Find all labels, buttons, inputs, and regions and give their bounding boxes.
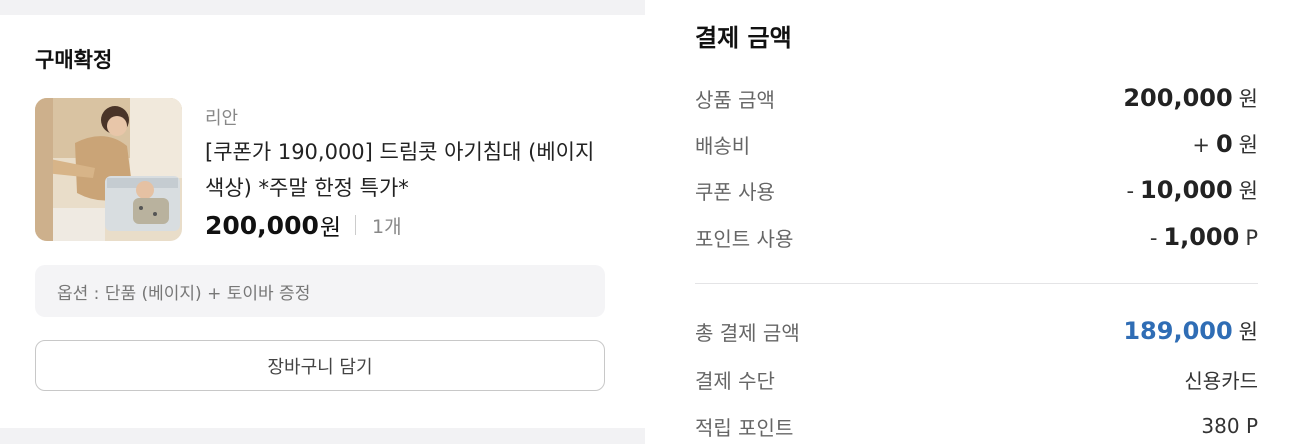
section-title: 구매확정 <box>35 48 113 72</box>
amount: 200,000 <box>1123 84 1233 112</box>
row-coupon-used: 쿠폰 사용 - 10,000 원 <box>695 173 1258 207</box>
row-earned-points: 적립 포인트 380 P <box>695 409 1258 443</box>
add-to-cart-label: 장바구니 담기 <box>267 356 373 378</box>
method-value: 신용카드 <box>1184 365 1258 394</box>
price-row: 200,000 원 1개 <box>205 208 402 242</box>
amount: 0 <box>1215 130 1233 158</box>
summary-divider <box>695 283 1258 284</box>
order-card: 구매확정 리안 [쿠폰가 190,000] 드림콧 아기침대 (베이지 색상) … <box>0 0 645 444</box>
method-label: 결제 수단 <box>695 368 775 393</box>
option-box: 옵션 : 단품 (베이지) + 토이바 증정 <box>35 265 605 317</box>
amount-unit: 원 <box>1238 133 1258 157</box>
earned-points: 380 P <box>1201 414 1258 438</box>
amount-sign: - <box>1126 179 1135 203</box>
option-text: 옵션 : 단품 (베이지) + 토이바 증정 <box>57 283 311 304</box>
amount-unit: 원 <box>1238 179 1258 203</box>
row-product-amount: 상품 금액 200,000 원 <box>695 81 1258 115</box>
payment-summary: 결제 금액 상품 금액 200,000 원 배송비 + 0 원 쿠폰 사용 - … <box>655 0 1300 444</box>
price-unit: 원 <box>319 215 342 241</box>
points-label: 적립 포인트 <box>695 415 794 440</box>
section-separator-top <box>0 0 645 15</box>
total-label: 총 결제 금액 <box>695 320 800 345</box>
panel-gap <box>645 0 655 444</box>
row-value: - 10,000 원 <box>1126 175 1258 205</box>
amount: 1,000 <box>1163 223 1240 251</box>
row-points-used: 포인트 사용 - 1,000 P <box>695 220 1258 254</box>
amount-unit: 원 <box>1238 320 1258 344</box>
row-label: 포인트 사용 <box>695 226 794 251</box>
total-value: 189,000 원 <box>1123 316 1258 346</box>
amount-unit: 원 <box>1238 87 1258 111</box>
payment-title: 결제 금액 <box>695 24 792 52</box>
price-divider <box>355 215 357 235</box>
row-value: - 1,000 P <box>1150 223 1258 251</box>
amount-sign: + <box>1192 133 1210 157</box>
product-quantity: 1개 <box>372 215 402 238</box>
product-thumbnail[interactable] <box>35 98 182 241</box>
amount: 10,000 <box>1140 176 1233 204</box>
product-name[interactable]: [쿠폰가 190,000] 드림콧 아기침대 (베이지 색상) *주말 한정 특… <box>205 134 615 206</box>
row-payment-method: 결제 수단 신용카드 <box>695 362 1258 396</box>
row-total-amount: 총 결제 금액 189,000 원 <box>695 314 1258 348</box>
product-price: 200,000 <box>205 210 319 240</box>
row-value: 200,000 원 <box>1123 83 1258 113</box>
row-label: 상품 금액 <box>695 87 775 112</box>
amount-unit: P <box>1245 226 1258 250</box>
payment-method: 신용카드 <box>1184 368 1258 393</box>
add-to-cart-button[interactable]: 장바구니 담기 <box>35 340 605 391</box>
total-amount: 189,000 <box>1123 317 1233 345</box>
row-shipping-fee: 배송비 + 0 원 <box>695 127 1258 161</box>
row-label: 배송비 <box>695 133 751 158</box>
amount-sign: - <box>1149 226 1158 250</box>
section-separator-bottom <box>0 428 645 444</box>
product-photo-icon <box>35 98 182 241</box>
points-value: 380 P <box>1201 414 1258 438</box>
row-label: 쿠폰 사용 <box>695 179 775 204</box>
row-value: + 0 원 <box>1192 129 1258 159</box>
brand-name[interactable]: 리안 <box>205 104 238 130</box>
